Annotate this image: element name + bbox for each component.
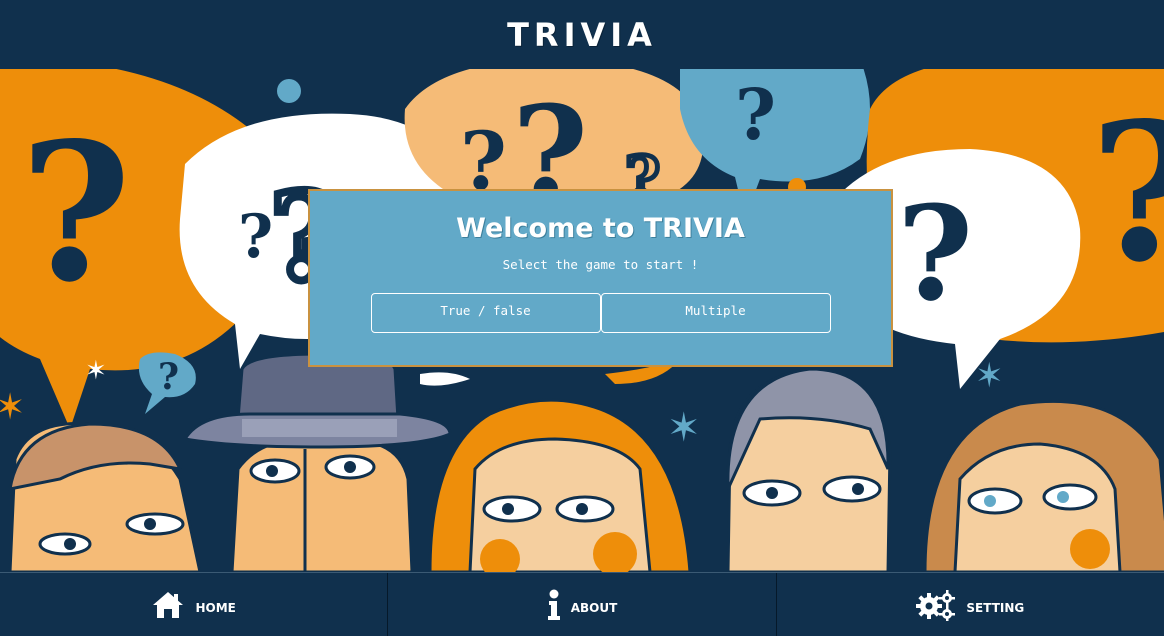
nav-home-label: Home [195,600,236,615]
app-header: TRIVIA [0,0,1164,69]
info-icon [547,589,561,621]
svg-text:✶: ✶ [0,387,25,428]
svg-text:?: ? [1090,81,1164,304]
svg-text:✶: ✶ [85,356,107,386]
svg-text:?: ? [158,356,179,398]
nav-about[interactable]: About [388,573,777,636]
welcome-dialog: Welcome to TRIVIA Select the game to sta… [308,189,893,367]
home-icon [151,590,185,620]
true-false-button[interactable]: True / false [370,293,601,333]
game-mode-buttons: True / false Multiple [370,293,831,333]
svg-text:✶: ✶ [975,356,1004,396]
multiple-choice-button[interactable]: Multiple [600,293,831,333]
dialog-title: Welcome to TRIVIA [456,213,745,244]
bottom-nav: Home About [0,572,1164,636]
svg-text:?: ? [735,73,776,156]
svg-text:?: ? [20,101,131,324]
app-title: TRIVIA [507,15,657,54]
gears-icon [916,589,956,621]
dialog-subtitle: Select the game to start ! [502,257,699,272]
svg-text:?: ? [238,202,273,272]
nav-setting-label: Setting [966,600,1025,615]
nav-home[interactable]: Home [0,573,389,636]
nav-setting[interactable]: Setting [777,573,1164,636]
svg-text:✶: ✶ [667,405,701,451]
svg-text:?: ? [897,177,973,330]
nav-about-label: About [570,600,618,615]
